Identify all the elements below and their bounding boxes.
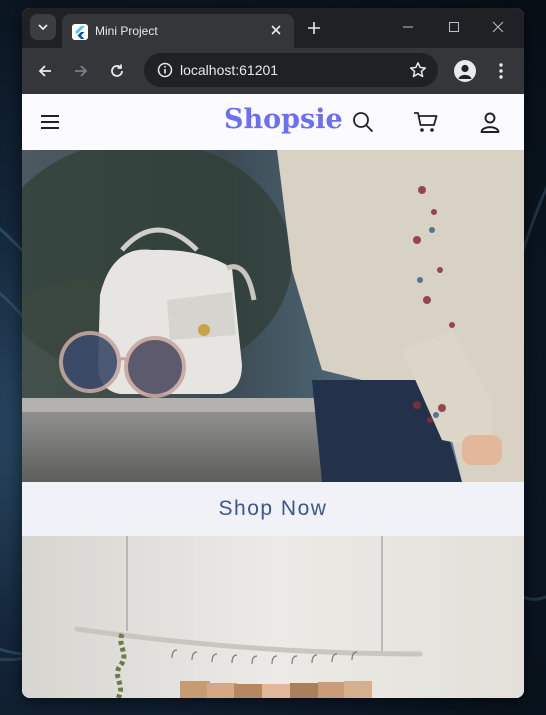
profile-button[interactable]: [454, 60, 476, 82]
browser-toolbar: localhost:61201: [22, 48, 524, 94]
reload-icon: [111, 64, 123, 77]
back-button[interactable]: [34, 60, 56, 82]
browser-tab[interactable]: Mini Project: [62, 14, 294, 48]
close-icon: [492, 21, 504, 33]
new-tab-button[interactable]: [304, 18, 324, 38]
brand-title: Shopsie: [224, 104, 343, 135]
arrow-right-icon: [75, 65, 88, 77]
account-button[interactable]: [477, 109, 503, 135]
maximize-icon: [449, 22, 459, 32]
chevron-down-icon: [38, 24, 48, 31]
reload-button[interactable]: [106, 60, 128, 82]
search-button[interactable]: [350, 109, 376, 135]
cart-icon: [414, 112, 438, 132]
menu-button[interactable]: [38, 110, 62, 134]
site-info-button[interactable]: [156, 61, 174, 79]
close-window-button[interactable]: [478, 16, 518, 38]
minimize-button[interactable]: [388, 16, 428, 38]
close-icon: [271, 25, 281, 35]
tab-close-button[interactable]: [267, 21, 285, 39]
shop-now-label: Shop Now: [218, 497, 328, 520]
star-icon: [409, 62, 427, 78]
info-icon: [157, 62, 173, 78]
clothing-rack-image: [22, 536, 524, 698]
search-icon: [353, 112, 374, 133]
shop-now-button[interactable]: Shop Now: [22, 482, 524, 536]
url-text: localhost:61201: [180, 62, 279, 78]
app-bar: Shopsie: [22, 94, 524, 150]
tab-title: Mini Project: [95, 24, 158, 38]
tab-search-button[interactable]: [30, 14, 56, 40]
hero-image: [22, 150, 524, 482]
minimize-icon: [403, 26, 413, 28]
maximize-button[interactable]: [434, 16, 474, 38]
bookmark-button[interactable]: [408, 60, 428, 80]
browser-menu-button[interactable]: [492, 60, 510, 82]
forward-button[interactable]: [70, 60, 92, 82]
plus-icon: [308, 22, 320, 34]
more-vert-icon: [499, 63, 503, 79]
tab-strip: Mini Project: [22, 8, 524, 48]
account-icon: [480, 112, 500, 133]
browser-window: Mini Project localhost:61201 Shopsie Sho…: [22, 8, 524, 698]
arrow-left-icon: [38, 65, 51, 77]
flutter-icon: [72, 24, 88, 40]
address-bar[interactable]: localhost:61201: [144, 53, 438, 87]
cart-button[interactable]: [413, 109, 439, 135]
profile-icon: [458, 64, 472, 79]
menu-icon: [41, 115, 59, 129]
